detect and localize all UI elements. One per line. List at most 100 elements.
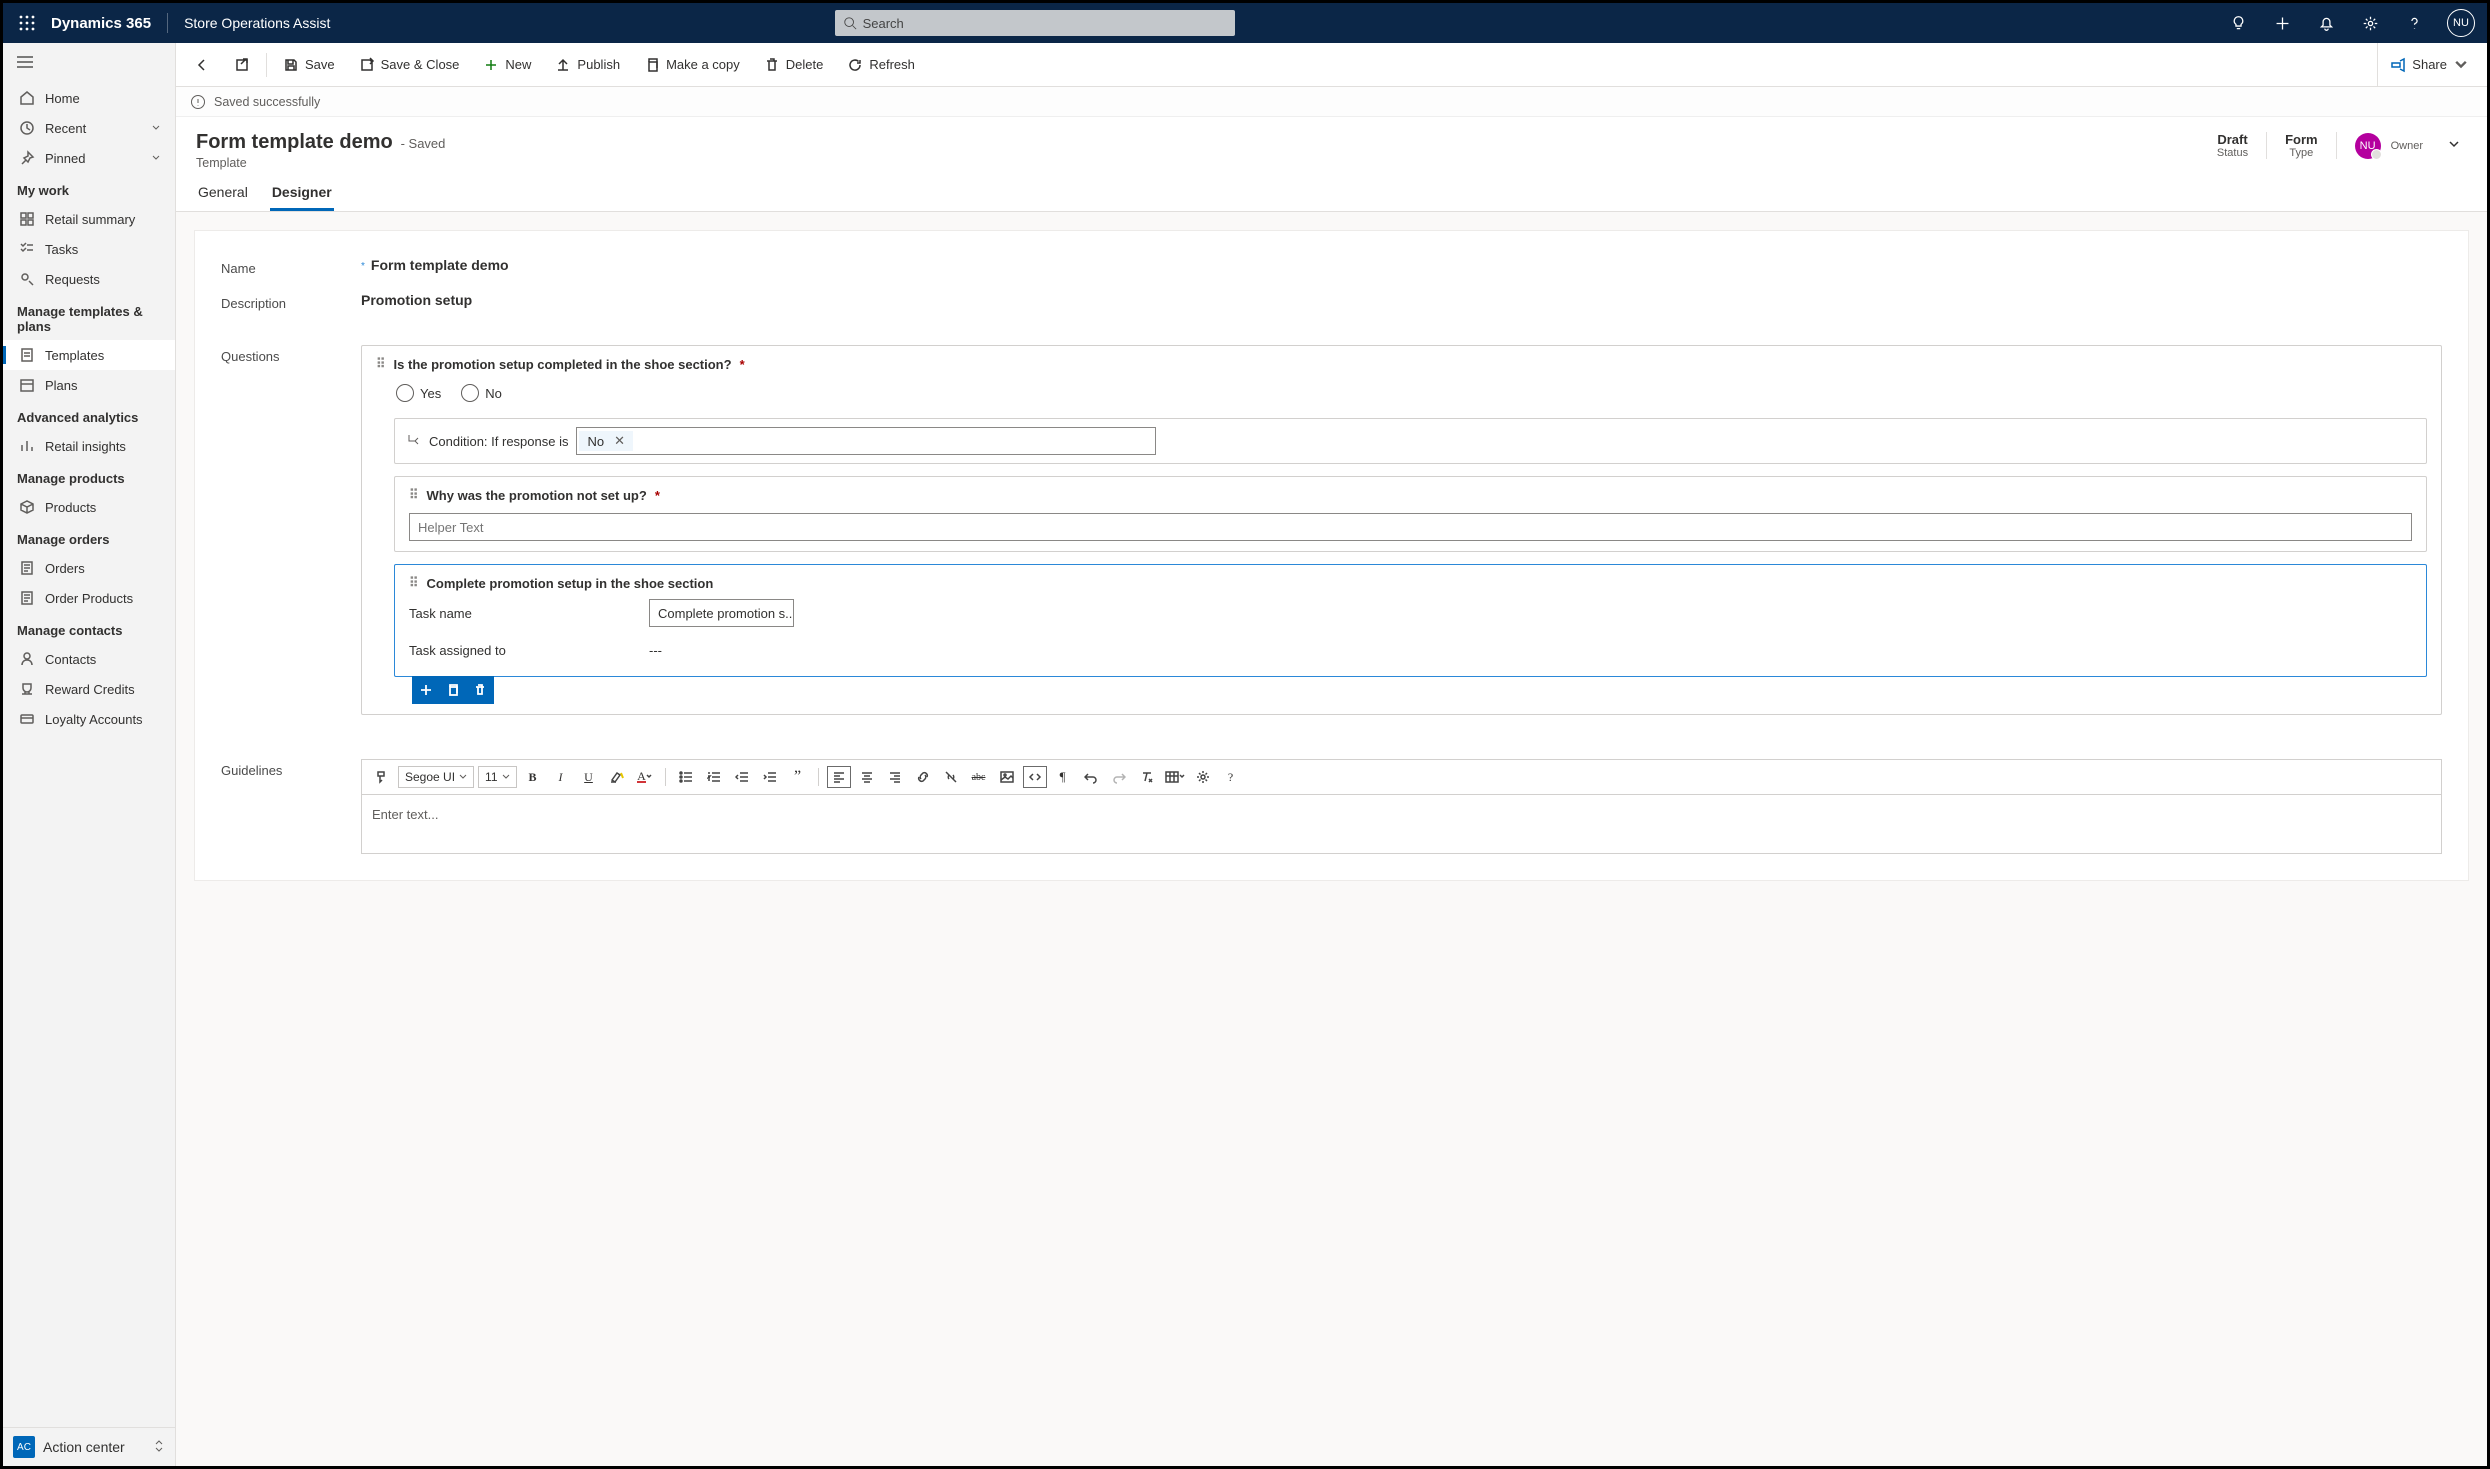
copy-label: Make a copy xyxy=(666,57,740,72)
helper-text-input[interactable] xyxy=(409,513,2412,541)
task-name-input[interactable]: Complete promotion s... xyxy=(649,599,794,627)
sidebar-item-label: Templates xyxy=(45,348,104,363)
question-block[interactable]: ⠿ Is the promotion setup completed in th… xyxy=(361,345,2442,715)
condition-select[interactable]: No ✕ xyxy=(576,427,1156,455)
publish-button[interactable]: Publish xyxy=(543,43,632,86)
remove-icon[interactable]: ✕ xyxy=(614,433,625,449)
radio-no[interactable]: No xyxy=(461,384,502,402)
drag-handle-icon[interactable]: ⠿ xyxy=(409,575,419,591)
doc-icon xyxy=(19,560,35,576)
add-icon[interactable] xyxy=(2263,3,2303,43)
quote-button[interactable]: ” xyxy=(786,766,810,788)
task-assign-label: Task assigned to xyxy=(409,643,629,658)
align-center-button[interactable] xyxy=(855,766,879,788)
sub-question-block[interactable]: ⠿ Why was the promotion not set up? * xyxy=(394,476,2427,552)
sidebar-item-order-products[interactable]: Order Products xyxy=(3,583,175,613)
copy-button[interactable]: Make a copy xyxy=(632,43,752,86)
task-assign-value[interactable]: --- xyxy=(649,643,662,658)
help-button[interactable]: ? xyxy=(1219,766,1243,788)
rte-editor[interactable]: Enter text... xyxy=(361,794,2442,854)
undo-button[interactable] xyxy=(1079,766,1103,788)
open-button[interactable] xyxy=(222,43,262,86)
field-value-name[interactable]: Form template demo xyxy=(371,257,509,273)
italic-button[interactable]: I xyxy=(549,766,573,788)
strike-button[interactable]: abc xyxy=(967,766,991,788)
sidebar-item-label: Loyalty Accounts xyxy=(45,712,143,727)
global-search[interactable]: Search xyxy=(835,10,1235,36)
chart-icon xyxy=(19,438,35,454)
add-button[interactable] xyxy=(412,676,439,704)
sidebar-item-label: Reward Credits xyxy=(45,682,135,697)
underline-button[interactable]: U xyxy=(577,766,601,788)
sub-question-text: Why was the promotion not set up? xyxy=(427,488,647,503)
owner-avatar[interactable]: NU xyxy=(2355,133,2381,159)
help-icon[interactable] xyxy=(2395,3,2435,43)
task-block[interactable]: ⠿ Complete promotion setup in the shoe s… xyxy=(394,564,2427,677)
gear-icon[interactable] xyxy=(2351,3,2391,43)
type-label: Type xyxy=(2285,147,2318,159)
bold-button[interactable]: B xyxy=(521,766,545,788)
font-color-button[interactable]: A xyxy=(633,766,657,788)
settings-button[interactable] xyxy=(1191,766,1215,788)
sidebar-item-products[interactable]: Products xyxy=(3,492,175,522)
font-size-select[interactable]: 11 xyxy=(478,766,516,788)
sidebar-item-recent[interactable]: Recent xyxy=(3,113,175,143)
sidebar-item-reward-credits[interactable]: Reward Credits xyxy=(3,674,175,704)
link-button[interactable] xyxy=(911,766,935,788)
sidebar-item-requests[interactable]: Requests xyxy=(3,264,175,294)
branch-icon xyxy=(407,433,421,450)
redo-button[interactable] xyxy=(1107,766,1131,788)
copy-button[interactable] xyxy=(439,676,466,704)
numbered-button[interactable] xyxy=(702,766,726,788)
sidebar-item-home[interactable]: Home xyxy=(3,83,175,113)
home-icon xyxy=(19,90,35,106)
tab-general[interactable]: General xyxy=(196,176,250,211)
drag-handle-icon[interactable]: ⠿ xyxy=(376,356,386,372)
sidebar-item-templates[interactable]: Templates xyxy=(3,340,175,370)
delete-button[interactable]: Delete xyxy=(752,43,836,86)
highlight-button[interactable] xyxy=(605,766,629,788)
table-button[interactable] xyxy=(1163,766,1187,788)
clear-format-button[interactable] xyxy=(1135,766,1159,788)
sidebar-item-loyalty-accounts[interactable]: Loyalty Accounts xyxy=(3,704,175,734)
request-icon xyxy=(19,271,35,287)
delete-button[interactable] xyxy=(467,676,494,704)
bullets-button[interactable] xyxy=(674,766,698,788)
align-left-button[interactable] xyxy=(827,766,851,788)
user-avatar[interactable]: NU xyxy=(2447,9,2475,37)
save-close-button[interactable]: Save & Close xyxy=(347,43,472,86)
unlink-button[interactable] xyxy=(939,766,963,788)
paragraph-button[interactable]: ¶ xyxy=(1051,766,1075,788)
field-value-description[interactable]: Promotion setup xyxy=(361,292,472,308)
outdent-button[interactable] xyxy=(730,766,754,788)
lightbulb-icon[interactable] xyxy=(2219,3,2259,43)
sidebar-item-tasks[interactable]: Tasks xyxy=(3,234,175,264)
radio-yes[interactable]: Yes xyxy=(396,384,441,402)
sidebar-item-pinned[interactable]: Pinned xyxy=(3,143,175,173)
font-family-select[interactable]: Segoe UI xyxy=(398,766,474,788)
sidebar-item-retail-insights[interactable]: Retail insights xyxy=(3,431,175,461)
image-button[interactable] xyxy=(995,766,1019,788)
format-painter-icon[interactable] xyxy=(370,766,394,788)
hamburger-icon[interactable] xyxy=(3,43,175,83)
header-chevron-icon[interactable] xyxy=(2441,131,2467,160)
sidebar-item-orders[interactable]: Orders xyxy=(3,553,175,583)
drag-handle-icon[interactable]: ⠿ xyxy=(409,487,419,503)
align-right-button[interactable] xyxy=(883,766,907,788)
action-center[interactable]: AC Action center xyxy=(3,1427,175,1466)
refresh-button[interactable]: Refresh xyxy=(835,43,927,86)
indent-button[interactable] xyxy=(758,766,782,788)
sidebar-item-label: Requests xyxy=(45,272,100,287)
save-button[interactable]: Save xyxy=(271,43,347,86)
back-button[interactable] xyxy=(182,43,222,86)
sidebar-item-contacts[interactable]: Contacts xyxy=(3,644,175,674)
new-button[interactable]: New xyxy=(471,43,543,86)
sidebar-item-plans[interactable]: Plans xyxy=(3,370,175,400)
code-button[interactable] xyxy=(1023,766,1047,788)
tab-designer[interactable]: Designer xyxy=(270,176,334,211)
sidebar-item-retail-summary[interactable]: Retail summary xyxy=(3,204,175,234)
bell-icon[interactable] xyxy=(2307,3,2347,43)
status-label: Status xyxy=(2217,147,2248,159)
share-button[interactable]: Share xyxy=(2378,43,2481,86)
app-launcher-icon[interactable] xyxy=(7,3,47,43)
